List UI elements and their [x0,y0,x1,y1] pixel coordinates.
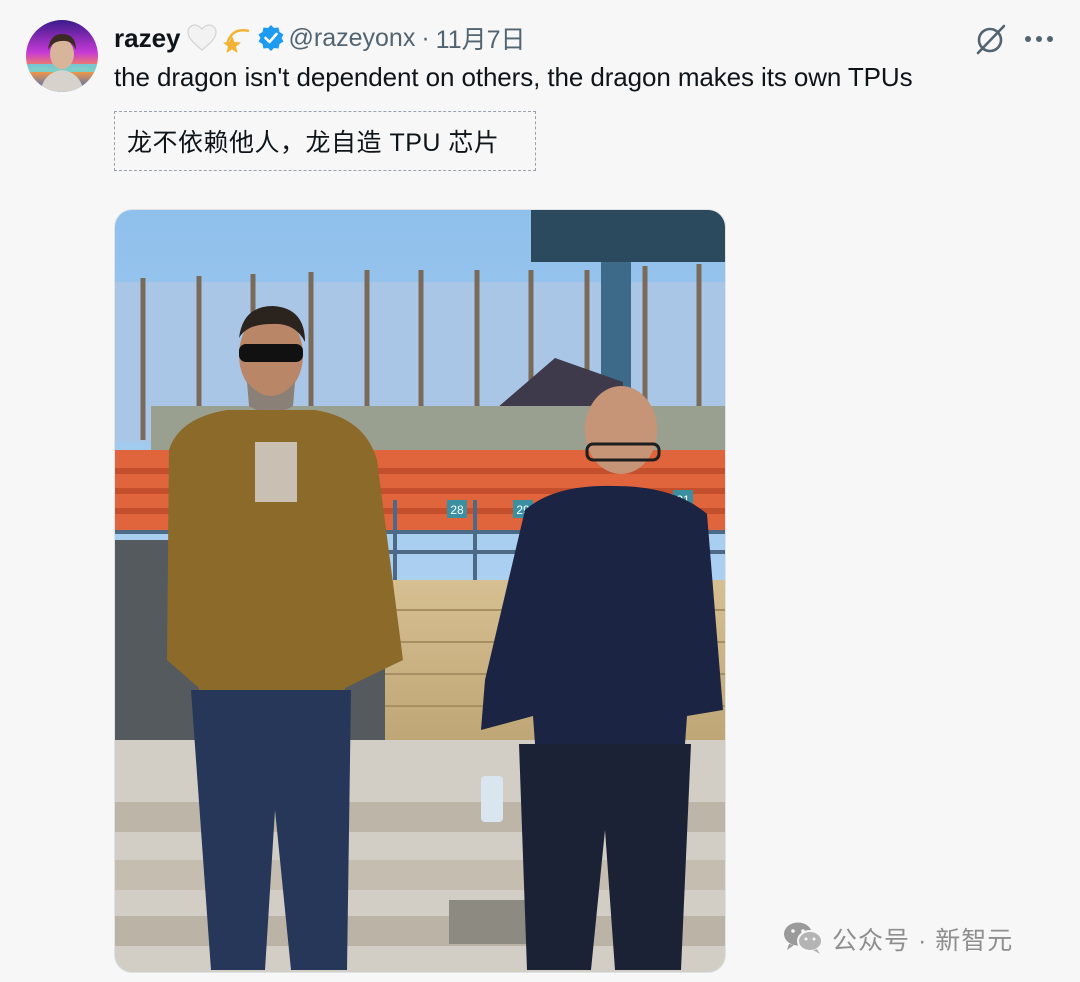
verified-badge-icon[interactable] [257,24,285,52]
tweet-text: the dragon isn't dependent on others, th… [114,62,913,92]
translation-box: 龙不依赖他人，龙自造 TPU 芯片 [114,111,536,171]
author-avatar[interactable] [26,20,98,92]
grok-icon[interactable] [974,22,1008,56]
separator: · [421,23,430,52]
watermark-text: 公众号 · 新智元 [832,927,1014,955]
author-handle[interactable]: @razeyonx [289,24,416,53]
more-options-icon[interactable] [1022,26,1056,52]
white-heart-icon [186,24,217,52]
translation-text: 龙不依赖他人，龙自造 TPU 芯片 [127,129,500,157]
wechat-icon [782,919,824,960]
aisle-sign-28: 28 [450,503,464,517]
tweet-photo[interactable]: 28 29 31 [114,209,726,973]
author-name[interactable]: razey [114,23,181,54]
watermark: 公众号 · 新智元 [782,918,1013,960]
tweet-header: razey @razeyonx · 11月7日 [114,18,526,58]
dizzy-star-icon [221,23,253,53]
tweet-date[interactable]: 11月7日 [436,20,526,56]
